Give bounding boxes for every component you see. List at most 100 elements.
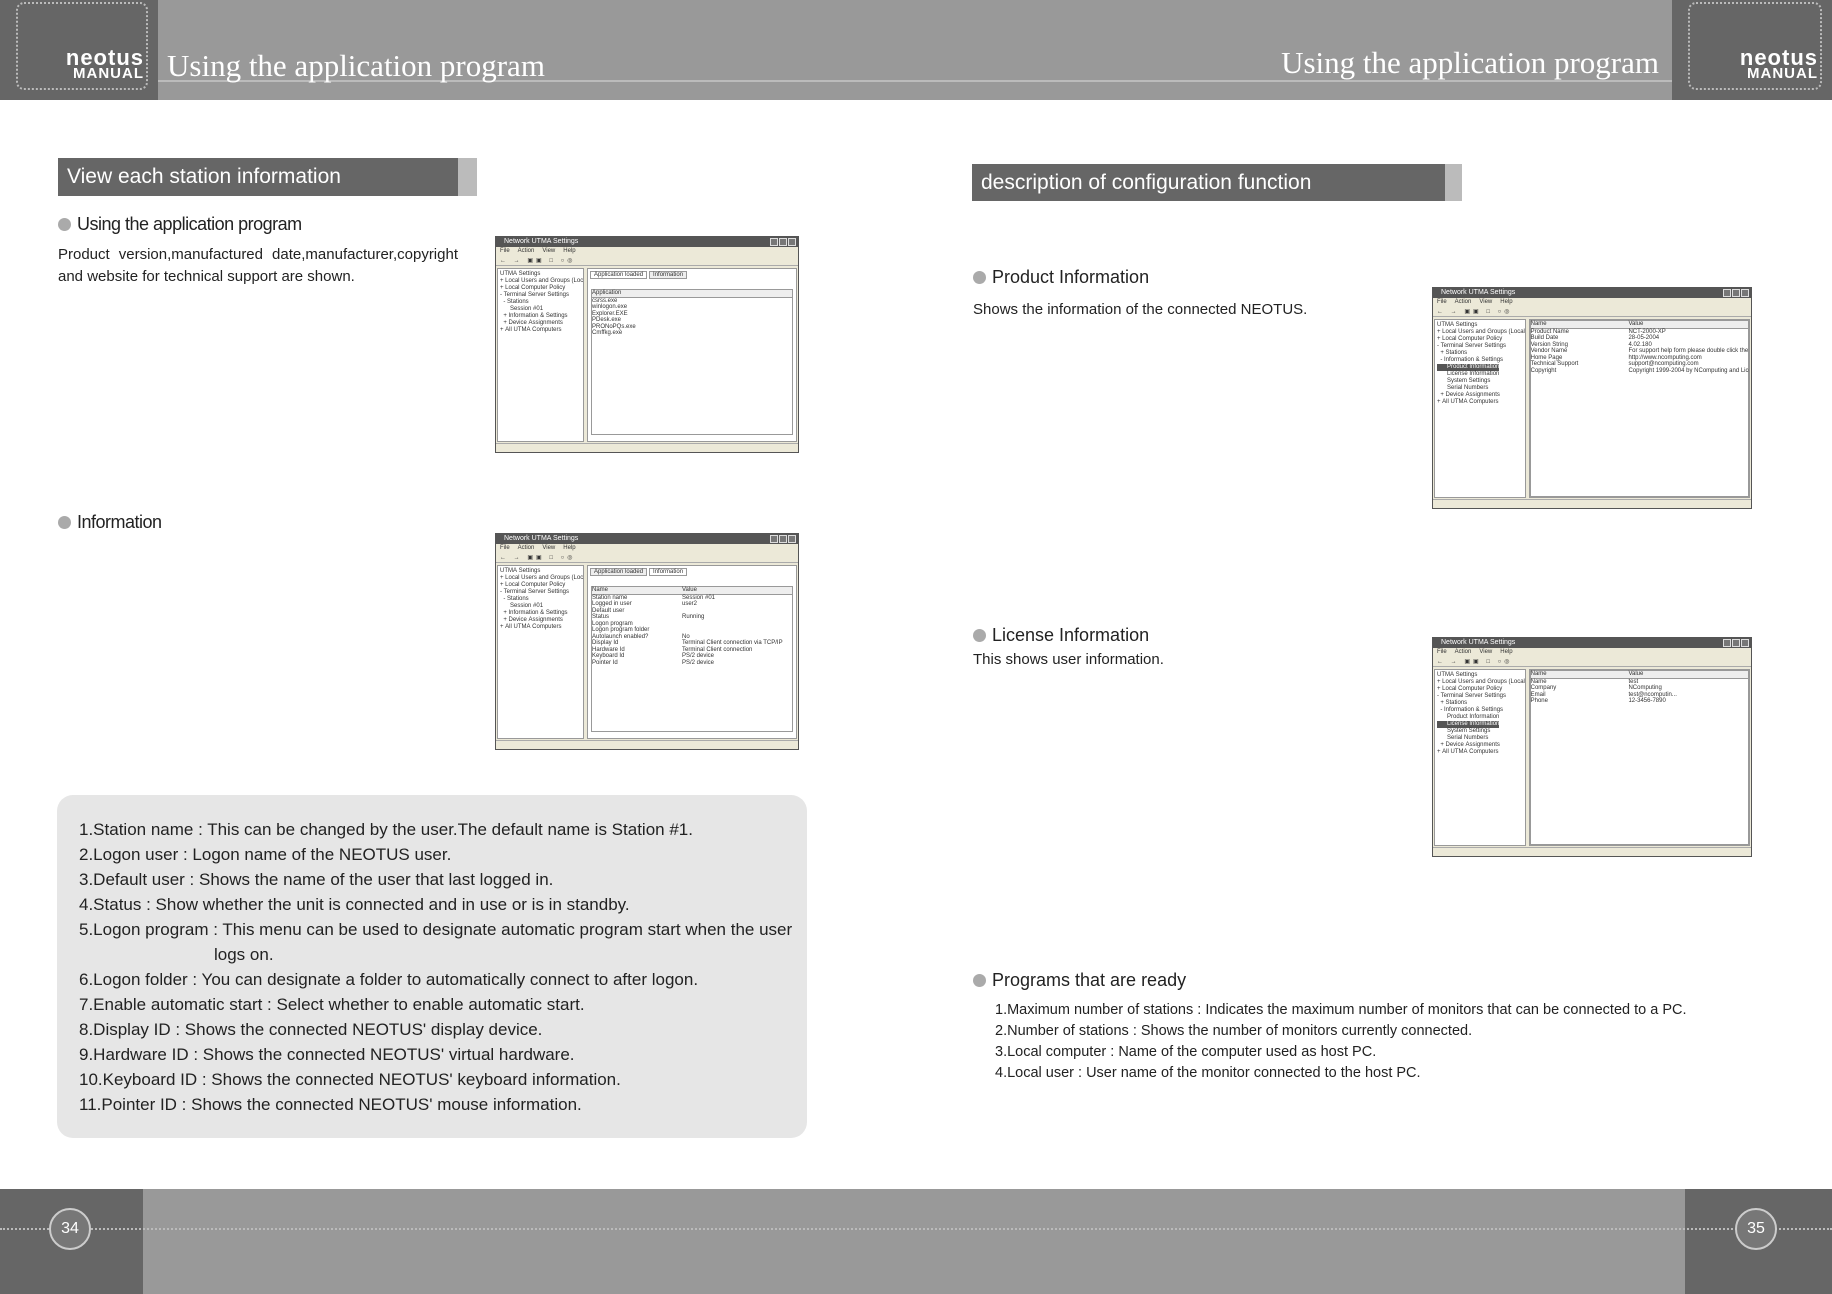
window-body: UTMA Settings + Local Users and Groups (L…: [1434, 669, 1750, 846]
toolbar: ← → ▣▣ □ ○◎: [1433, 657, 1751, 667]
program-item: 4.Local user : User name of the monitor …: [995, 1065, 1421, 1081]
tree-item: - Terminal Server Settings: [500, 292, 581, 299]
tree-item: UTMA Settings: [500, 271, 581, 278]
tree-item-label: Session #01: [500, 603, 544, 609]
list-header: Name Value: [1530, 321, 1748, 329]
tree-item-label: - Terminal Server Settings: [500, 292, 570, 298]
tree-pane: UTMA Settings + Local Users and Groups (L…: [497, 565, 584, 739]
tree-item: - Terminal Server Settings: [1437, 343, 1523, 350]
header-title-right: Using the application program: [1281, 45, 1659, 80]
list-header: Name Value: [592, 587, 792, 595]
maximize-icon: [779, 535, 787, 543]
window-controls: [1723, 639, 1749, 647]
tree-item-label: + All UTMA Computers: [1437, 749, 1499, 755]
tree-item-label: - Stations: [500, 596, 529, 602]
tree-item: - Information & Settings: [1437, 707, 1523, 714]
column-header: Name: [1530, 671, 1547, 677]
tree-item-label: UTMA Settings: [500, 568, 541, 574]
tree-item: + Local Users and Groups (Local): [500, 575, 584, 582]
note-item: 8.Display ID : Shows the connected NEOTU…: [79, 1020, 543, 1039]
tree-item-label: + Stations: [1437, 700, 1468, 706]
list-row: Copyright Copyright 1999-2004 by NComputi…: [1530, 367, 1749, 375]
toolbar: ← → ▣▣ □ ○◎: [496, 553, 798, 563]
tree-item-label: + Local Users and Groups (Local): [1437, 679, 1526, 685]
menu-bar: File Action View Help: [496, 247, 798, 256]
tree-item: + Local Computer Policy: [500, 285, 581, 292]
tree-item: - Terminal Server Settings: [1437, 693, 1523, 700]
menu-item: Action: [1454, 299, 1472, 305]
bullet-information: Information: [58, 512, 162, 533]
note-item: 1.Station name : This can be changed by …: [79, 820, 693, 839]
tree-item-label: Serial Numbers: [1437, 735, 1489, 741]
program-item: 2.Number of stations : Shows the number …: [995, 1023, 1473, 1039]
tree-item-label: + Device Assignments: [500, 617, 563, 623]
list-cell: Cmffkg.exe: [592, 330, 623, 336]
tree-item: + All UTMA Computers: [1437, 749, 1523, 756]
tree-item: + Device Assignments: [1437, 742, 1523, 749]
tree-item-label: + Local Users and Groups (Local): [1437, 329, 1526, 335]
tree-item: + Information & Settings: [500, 313, 581, 320]
bullet-icon: [973, 271, 986, 284]
tree-item: System Settings: [1437, 378, 1523, 385]
tree-item-label: + Device Assignments: [1437, 742, 1500, 748]
bullet-product-information: Product Information: [973, 267, 1149, 288]
menu-item: File: [1437, 649, 1447, 655]
tab-strip: Application loaded Information: [588, 566, 796, 576]
tree-item-label: - Information & Settings: [1437, 357, 1504, 363]
tree-item: UTMA Settings: [1437, 322, 1523, 329]
menu-item: Help: [563, 545, 576, 551]
toolbar: ← → ▣▣ □ ○◎: [1433, 307, 1751, 317]
tree-item-label: + Local Computer Policy: [1437, 686, 1503, 692]
note-item: 7.Enable automatic start : Select whethe…: [79, 995, 585, 1014]
menu-item: Help: [563, 248, 576, 254]
list-view: Name Value Name test Company NComputing Email t…: [1529, 670, 1749, 845]
menu-item: File: [1437, 299, 1447, 305]
tree-item: UTMA Settings: [1437, 672, 1523, 679]
menu-item: View: [542, 248, 556, 254]
screenshot-application-loaded: Network UTMA Settings File Action View Help ←…: [495, 236, 799, 453]
list-cell: Copyright: [1530, 367, 1557, 374]
program-item: 3.Local computer : Name of the computer …: [995, 1044, 1377, 1060]
tree-item: + Stations: [1437, 350, 1523, 357]
tree-item-label: UTMA Settings: [1437, 672, 1478, 678]
page-number-right: 35: [1735, 1208, 1777, 1250]
list-row: Cmffkg.exe: [592, 330, 792, 337]
tree-item: + Local Users and Groups (Local): [1437, 679, 1526, 686]
toolbar: ← → ▣▣ □ ○◎: [496, 256, 798, 266]
tree-item: + Local Computer Policy: [500, 582, 581, 589]
tree-item: + Device Assignments: [1437, 392, 1523, 399]
note-item-continued: logs on.: [214, 945, 274, 964]
tab: Application loaded: [590, 271, 648, 279]
tree-item-label: - Terminal Server Settings: [1437, 343, 1507, 349]
program-item: 1.Maximum number of stations : Indicates…: [995, 1002, 1687, 1018]
list-row: Pointer Id PS/2 device: [592, 660, 792, 667]
neotus-logo-right: neotus MANUAL: [1672, 0, 1832, 100]
column-header: Application: [592, 290, 622, 296]
status-bar: [1433, 499, 1751, 508]
programs-list: 1.Maximum number of stations : Indicates…: [995, 1000, 1687, 1084]
tree-item-label: + Information & Settings: [500, 313, 568, 319]
screenshot-information-tab: Network UTMA Settings File Action View Help ←…: [495, 533, 799, 750]
tree-item: - Stations: [500, 596, 581, 603]
menu-item: Action: [517, 545, 535, 551]
note-item: 9.Hardware ID : Shows the connected NEOT…: [79, 1045, 575, 1064]
bullet-programs-ready: Programs that are ready: [973, 970, 1186, 991]
window-body: UTMA Settings + Local Users and Groups (L…: [1434, 319, 1750, 498]
list-cell: Phone: [1530, 698, 1548, 704]
tree-item-label: + Local Computer Policy: [500, 285, 566, 291]
menu-item: Help: [1500, 649, 1513, 655]
tree-item: UTMA Settings: [500, 568, 581, 575]
tree-item-label: + Local Users and Groups (Local): [500, 575, 584, 581]
page-number-left: 34: [49, 1208, 91, 1250]
minimize-icon: [770, 238, 778, 246]
tree-item-label: Session #01: [500, 306, 544, 312]
menu-bar: File Action View Help: [1433, 298, 1751, 307]
window-titlebar: Network UTMA Settings: [496, 237, 798, 247]
detail-pane: Application loaded Information Application…: [587, 268, 797, 442]
tree-item: - Stations: [500, 299, 581, 306]
tree-item: + Device Assignments: [500, 320, 581, 327]
menu-bar: File Action View Help: [496, 544, 798, 553]
tree-item-label: + All UTMA Computers: [1437, 399, 1499, 405]
window-body: UTMA Settings + Local Users and Groups (L…: [497, 268, 797, 442]
bullet-icon: [973, 974, 986, 987]
